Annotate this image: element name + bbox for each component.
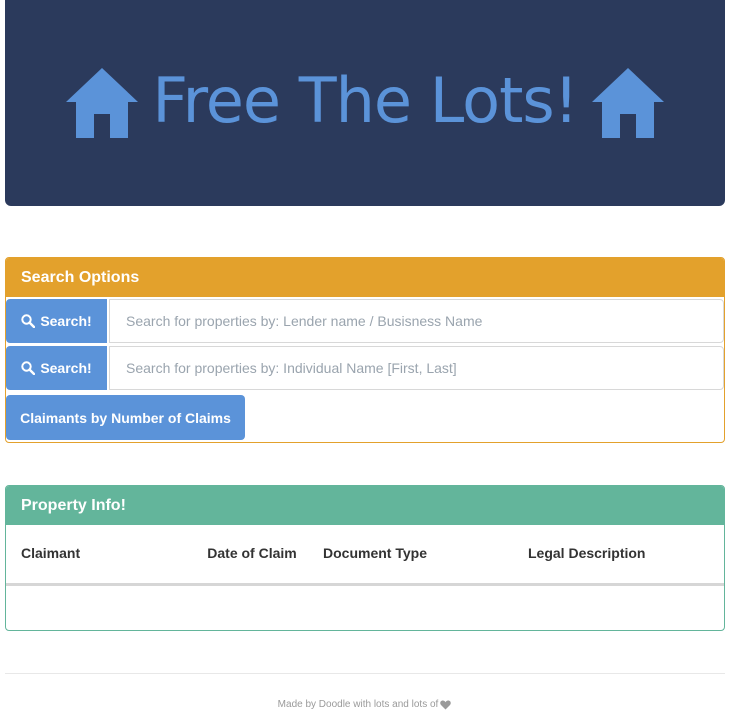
column-header-claimant[interactable]: Claimant <box>6 526 196 586</box>
lender-search-group: Search! <box>6 299 724 343</box>
search-icon <box>21 361 36 375</box>
house-icon <box>66 68 139 138</box>
table-header-row: Claimant Date of Claim Document Type Leg… <box>6 526 724 586</box>
page-title: Free The Lots! <box>152 64 578 137</box>
table-body <box>6 584 724 629</box>
header-banner: Free The Lots! <box>5 0 725 206</box>
property-info-panel: Property Info! Claimant Date of Claim Do… <box>5 485 725 631</box>
lender-search-input[interactable] <box>109 299 724 343</box>
footer: Made by Doodle with lots and lots of <box>0 699 729 710</box>
lender-search-button-label: Search! <box>40 313 92 329</box>
search-options-heading: Search Options <box>6 258 724 297</box>
column-header-date-of-claim[interactable]: Date of Claim <box>196 526 308 586</box>
individual-search-button[interactable]: Search! <box>6 346 107 390</box>
search-options-panel: Search Options Search! Search! Claimants… <box>5 257 725 443</box>
search-icon <box>21 314 36 328</box>
column-header-legal-description[interactable]: Legal Description <box>513 526 724 586</box>
property-info-heading: Property Info! <box>6 486 724 525</box>
footer-divider <box>5 673 725 674</box>
individual-search-input[interactable] <box>109 346 724 390</box>
column-header-document-type[interactable]: Document Type <box>308 526 513 586</box>
property-table: Claimant Date of Claim Document Type Leg… <box>6 526 724 629</box>
footer-text: Made by Doodle with lots and lots of <box>277 699 439 710</box>
heart-icon <box>440 700 452 709</box>
individual-search-group: Search! <box>6 346 724 390</box>
house-icon <box>591 68 664 138</box>
claimants-by-number-button[interactable]: Claimants by Number of Claims <box>6 395 245 440</box>
lender-search-button[interactable]: Search! <box>6 299 107 343</box>
table-empty-row <box>6 584 724 629</box>
individual-search-button-label: Search! <box>40 360 92 376</box>
